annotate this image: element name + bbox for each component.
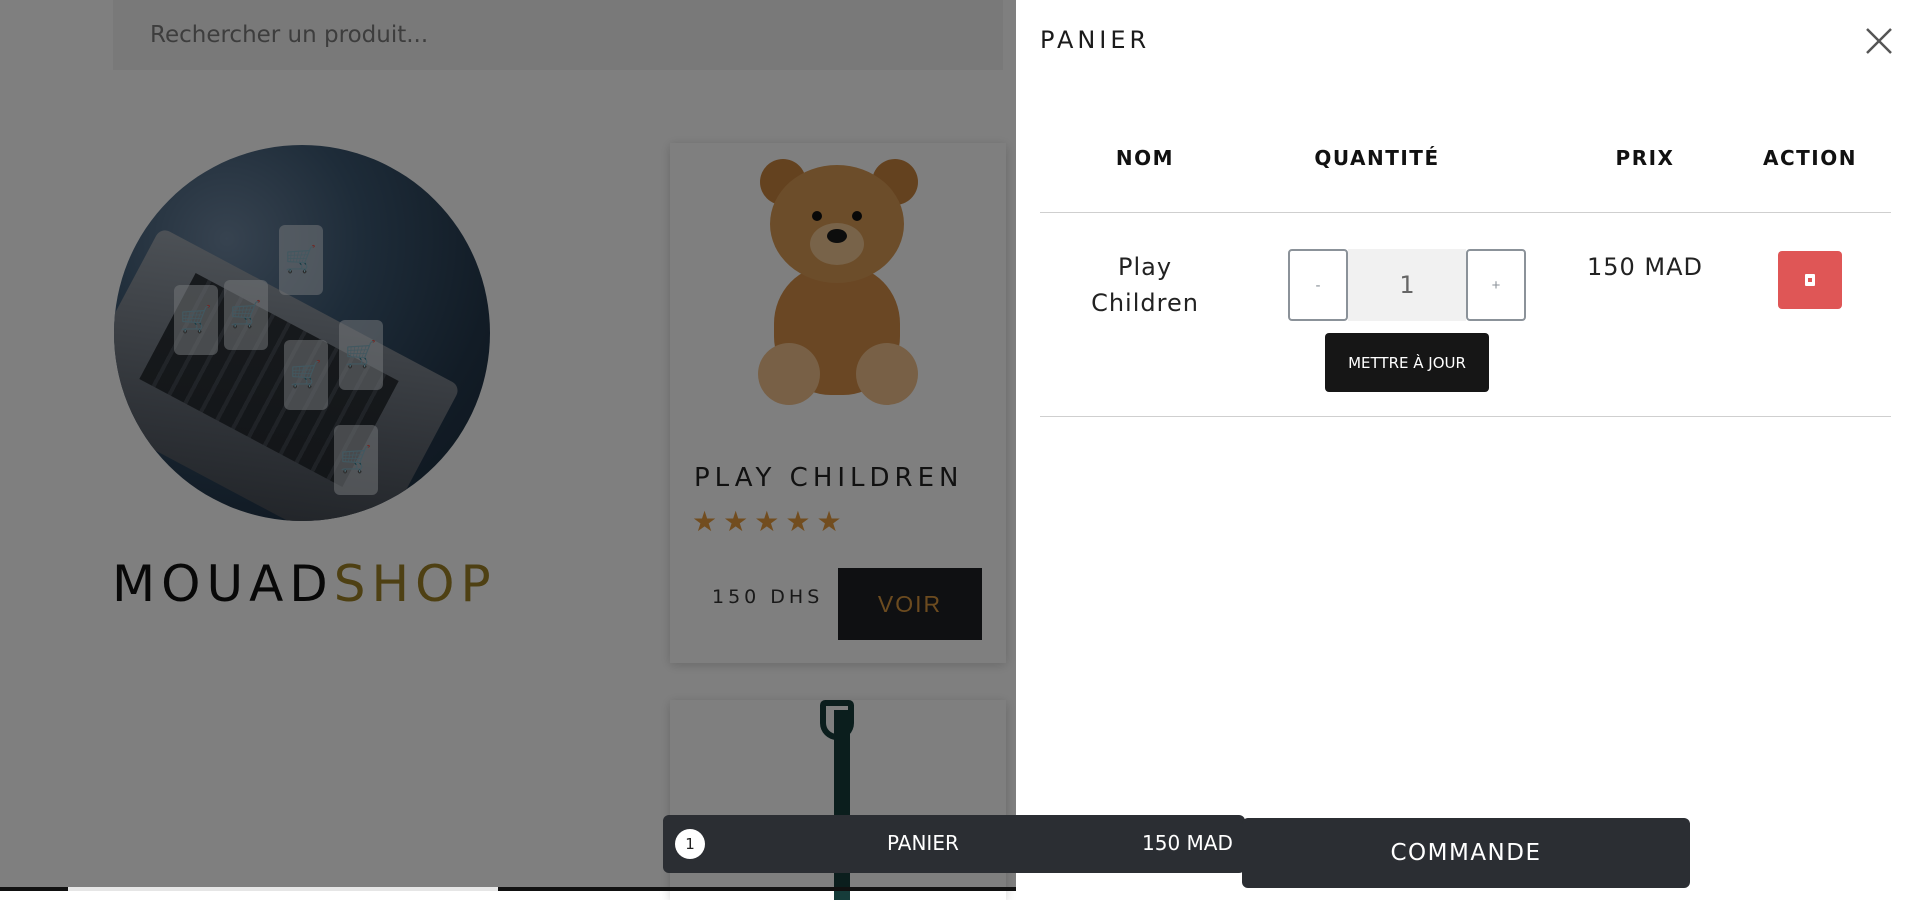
- drawer-title: PANIER: [1040, 26, 1151, 54]
- quantity-stepper: - +: [1288, 249, 1526, 321]
- order-button[interactable]: COMMANDE: [1242, 818, 1690, 888]
- table-header: NOM QUANTITÉ PRIX ACTION: [1040, 130, 1891, 213]
- cart-drawer: PANIER NOM QUANTITÉ PRIX ACTION Play Chi…: [1016, 0, 1915, 891]
- cart-bar-total: 150 MAD: [1142, 831, 1233, 855]
- modal-backdrop[interactable]: [0, 0, 1016, 891]
- cart-count-badge: 1: [675, 829, 705, 859]
- update-cart-button[interactable]: METTRE À JOUR: [1325, 333, 1489, 392]
- decrease-quantity-button[interactable]: -: [1288, 249, 1348, 321]
- scrollbar-thumb[interactable]: [68, 887, 498, 891]
- trash-icon: [1805, 274, 1815, 286]
- column-header-quantity: QUANTITÉ: [1314, 146, 1440, 170]
- cart-summary-bar[interactable]: 1 PANIER 150 MAD: [663, 815, 1245, 873]
- column-header-action: ACTION: [1763, 146, 1857, 170]
- column-header-price: PRIX: [1615, 146, 1675, 170]
- increase-quantity-button[interactable]: +: [1466, 249, 1526, 321]
- cart-bar-label: PANIER: [887, 831, 959, 855]
- cart-item-name: Play Children: [1091, 253, 1199, 317]
- quantity-input[interactable]: [1348, 249, 1466, 321]
- table-row: Play Children - + METTRE À JOUR 150 MAD: [1040, 213, 1891, 417]
- cart-item-price: 150 MAD: [1586, 253, 1704, 281]
- delete-item-button[interactable]: [1778, 251, 1842, 309]
- close-icon[interactable]: [1862, 24, 1896, 58]
- cart-table: NOM QUANTITÉ PRIX ACTION Play Children -…: [1040, 130, 1891, 417]
- column-header-name: NOM: [1115, 146, 1175, 170]
